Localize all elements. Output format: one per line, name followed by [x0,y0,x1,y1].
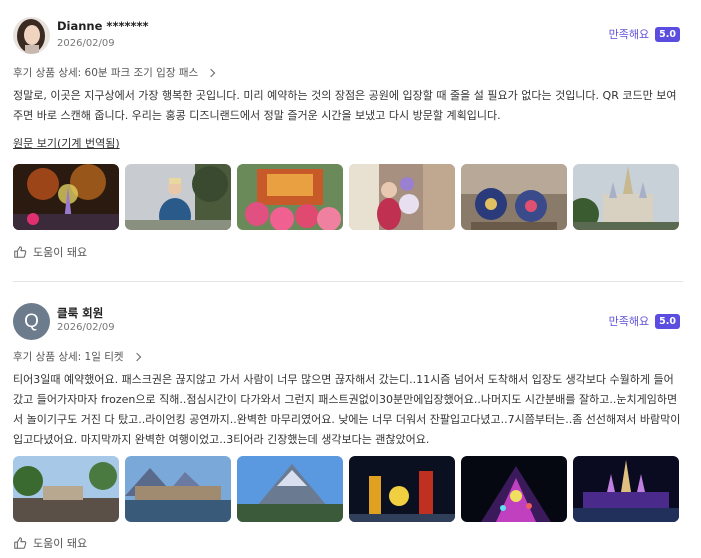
review-photos [13,164,679,230]
review-text: 정말로, 이곳은 지구상에서 가장 행복한 곳입니다. 미리 예약하는 것의 장… [13,89,677,122]
thumbs-up-icon [14,537,27,549]
review-text: 티어3일때 예약했어요. 패스크권은 끊지않고 가서 사람이 너무 많으면 끊자… [13,373,681,446]
reviewer-name: Dianne ******* [57,19,149,33]
chevron-right-icon [132,352,141,361]
product-detail-label: 후기 상품 상세: 1일 티켓 [13,351,124,363]
chevron-right-icon [206,68,216,77]
review-date: 2026/02/09 [57,38,115,49]
avatar: Q [13,303,50,340]
review-date: 2026/02/09 [57,322,115,333]
review-photo[interactable] [237,164,343,230]
review-photos [13,456,679,522]
review-photo[interactable] [13,456,119,522]
review-photo[interactable] [125,456,231,522]
rating-label: 만족해요 [608,315,650,328]
helpful-label: 도움이 돼요 [33,537,88,550]
reviewer-name: 클룩 회원 [57,306,104,320]
product-detail-label: 후기 상품 상세: 60분 파크 조기 입장 패스 [13,67,199,79]
review-photo[interactable] [237,456,343,522]
rating-badge: 5.0 [655,26,680,42]
review-photo[interactable] [349,164,455,230]
rating: 만족해요 5.0 [609,26,680,42]
helpful-label: 도움이 돼요 [33,246,88,259]
avatar [13,17,50,54]
review-photo[interactable] [349,456,455,522]
product-detail[interactable]: 후기 상품 상세: 1일 티켓 [13,349,141,364]
thumbs-up-icon [14,246,27,258]
review-photo[interactable] [461,164,567,230]
review-photo[interactable] [573,456,679,522]
review-photo[interactable] [461,456,567,522]
review-divider [13,281,683,282]
view-original-link[interactable]: 원문 보기(기계 번역됨) [13,135,120,151]
review-photo[interactable] [125,164,231,230]
rating-label: 만족해요 [608,28,650,41]
review-photo[interactable] [13,164,119,230]
helpful-button[interactable]: 도움이 돼요 [13,535,87,551]
product-detail[interactable]: 후기 상품 상세: 60분 파크 조기 입장 패스 [13,65,216,80]
rating: 만족해요 5.0 [609,313,680,329]
rating-badge: 5.0 [655,313,680,329]
review-photo[interactable] [573,164,679,230]
helpful-button[interactable]: 도움이 돼요 [13,244,87,260]
